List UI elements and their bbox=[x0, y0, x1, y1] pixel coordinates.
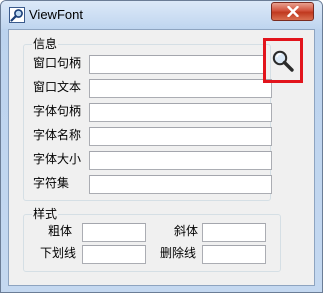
find-window-button[interactable] bbox=[263, 38, 303, 83]
font-handle-label: 字体句柄 bbox=[33, 104, 82, 118]
window-handle-field[interactable] bbox=[89, 55, 265, 74]
window-text-label: 窗口文本 bbox=[33, 80, 82, 94]
font-name-field[interactable] bbox=[89, 127, 272, 146]
style-group-title: 样式 bbox=[32, 207, 59, 221]
magnifier-icon bbox=[9, 7, 25, 23]
close-button[interactable] bbox=[271, 2, 314, 21]
bold-field[interactable] bbox=[82, 223, 146, 242]
window-title: ViewFont bbox=[29, 7, 83, 22]
italic-label: 斜体 bbox=[174, 224, 199, 238]
charset-label: 字符集 bbox=[33, 176, 70, 190]
bold-label: 粗体 bbox=[48, 224, 73, 238]
window-handle-label: 窗口句柄 bbox=[33, 56, 82, 70]
italic-field[interactable] bbox=[202, 223, 266, 242]
strikeout-label: 删除线 bbox=[160, 246, 197, 260]
close-icon bbox=[286, 6, 299, 17]
font-size-label: 字体大小 bbox=[33, 152, 82, 166]
underline-label: 下划线 bbox=[40, 246, 77, 260]
font-handle-field[interactable] bbox=[89, 103, 272, 122]
font-size-field[interactable] bbox=[89, 151, 272, 170]
font-name-label: 字体名称 bbox=[33, 128, 82, 142]
title-bar[interactable]: ViewFont bbox=[1, 1, 322, 29]
window-text-field[interactable] bbox=[89, 79, 272, 98]
underline-field[interactable] bbox=[82, 245, 146, 264]
magnifier-icon bbox=[272, 50, 294, 72]
info-group-title: 信息 bbox=[32, 37, 59, 51]
charset-field[interactable] bbox=[89, 175, 272, 194]
strikeout-field[interactable] bbox=[202, 245, 266, 264]
viewfont-window: ViewFont 信息 窗口句柄 窗口文本 字体句柄 字体名称 字体大小 字符集… bbox=[0, 0, 323, 293]
